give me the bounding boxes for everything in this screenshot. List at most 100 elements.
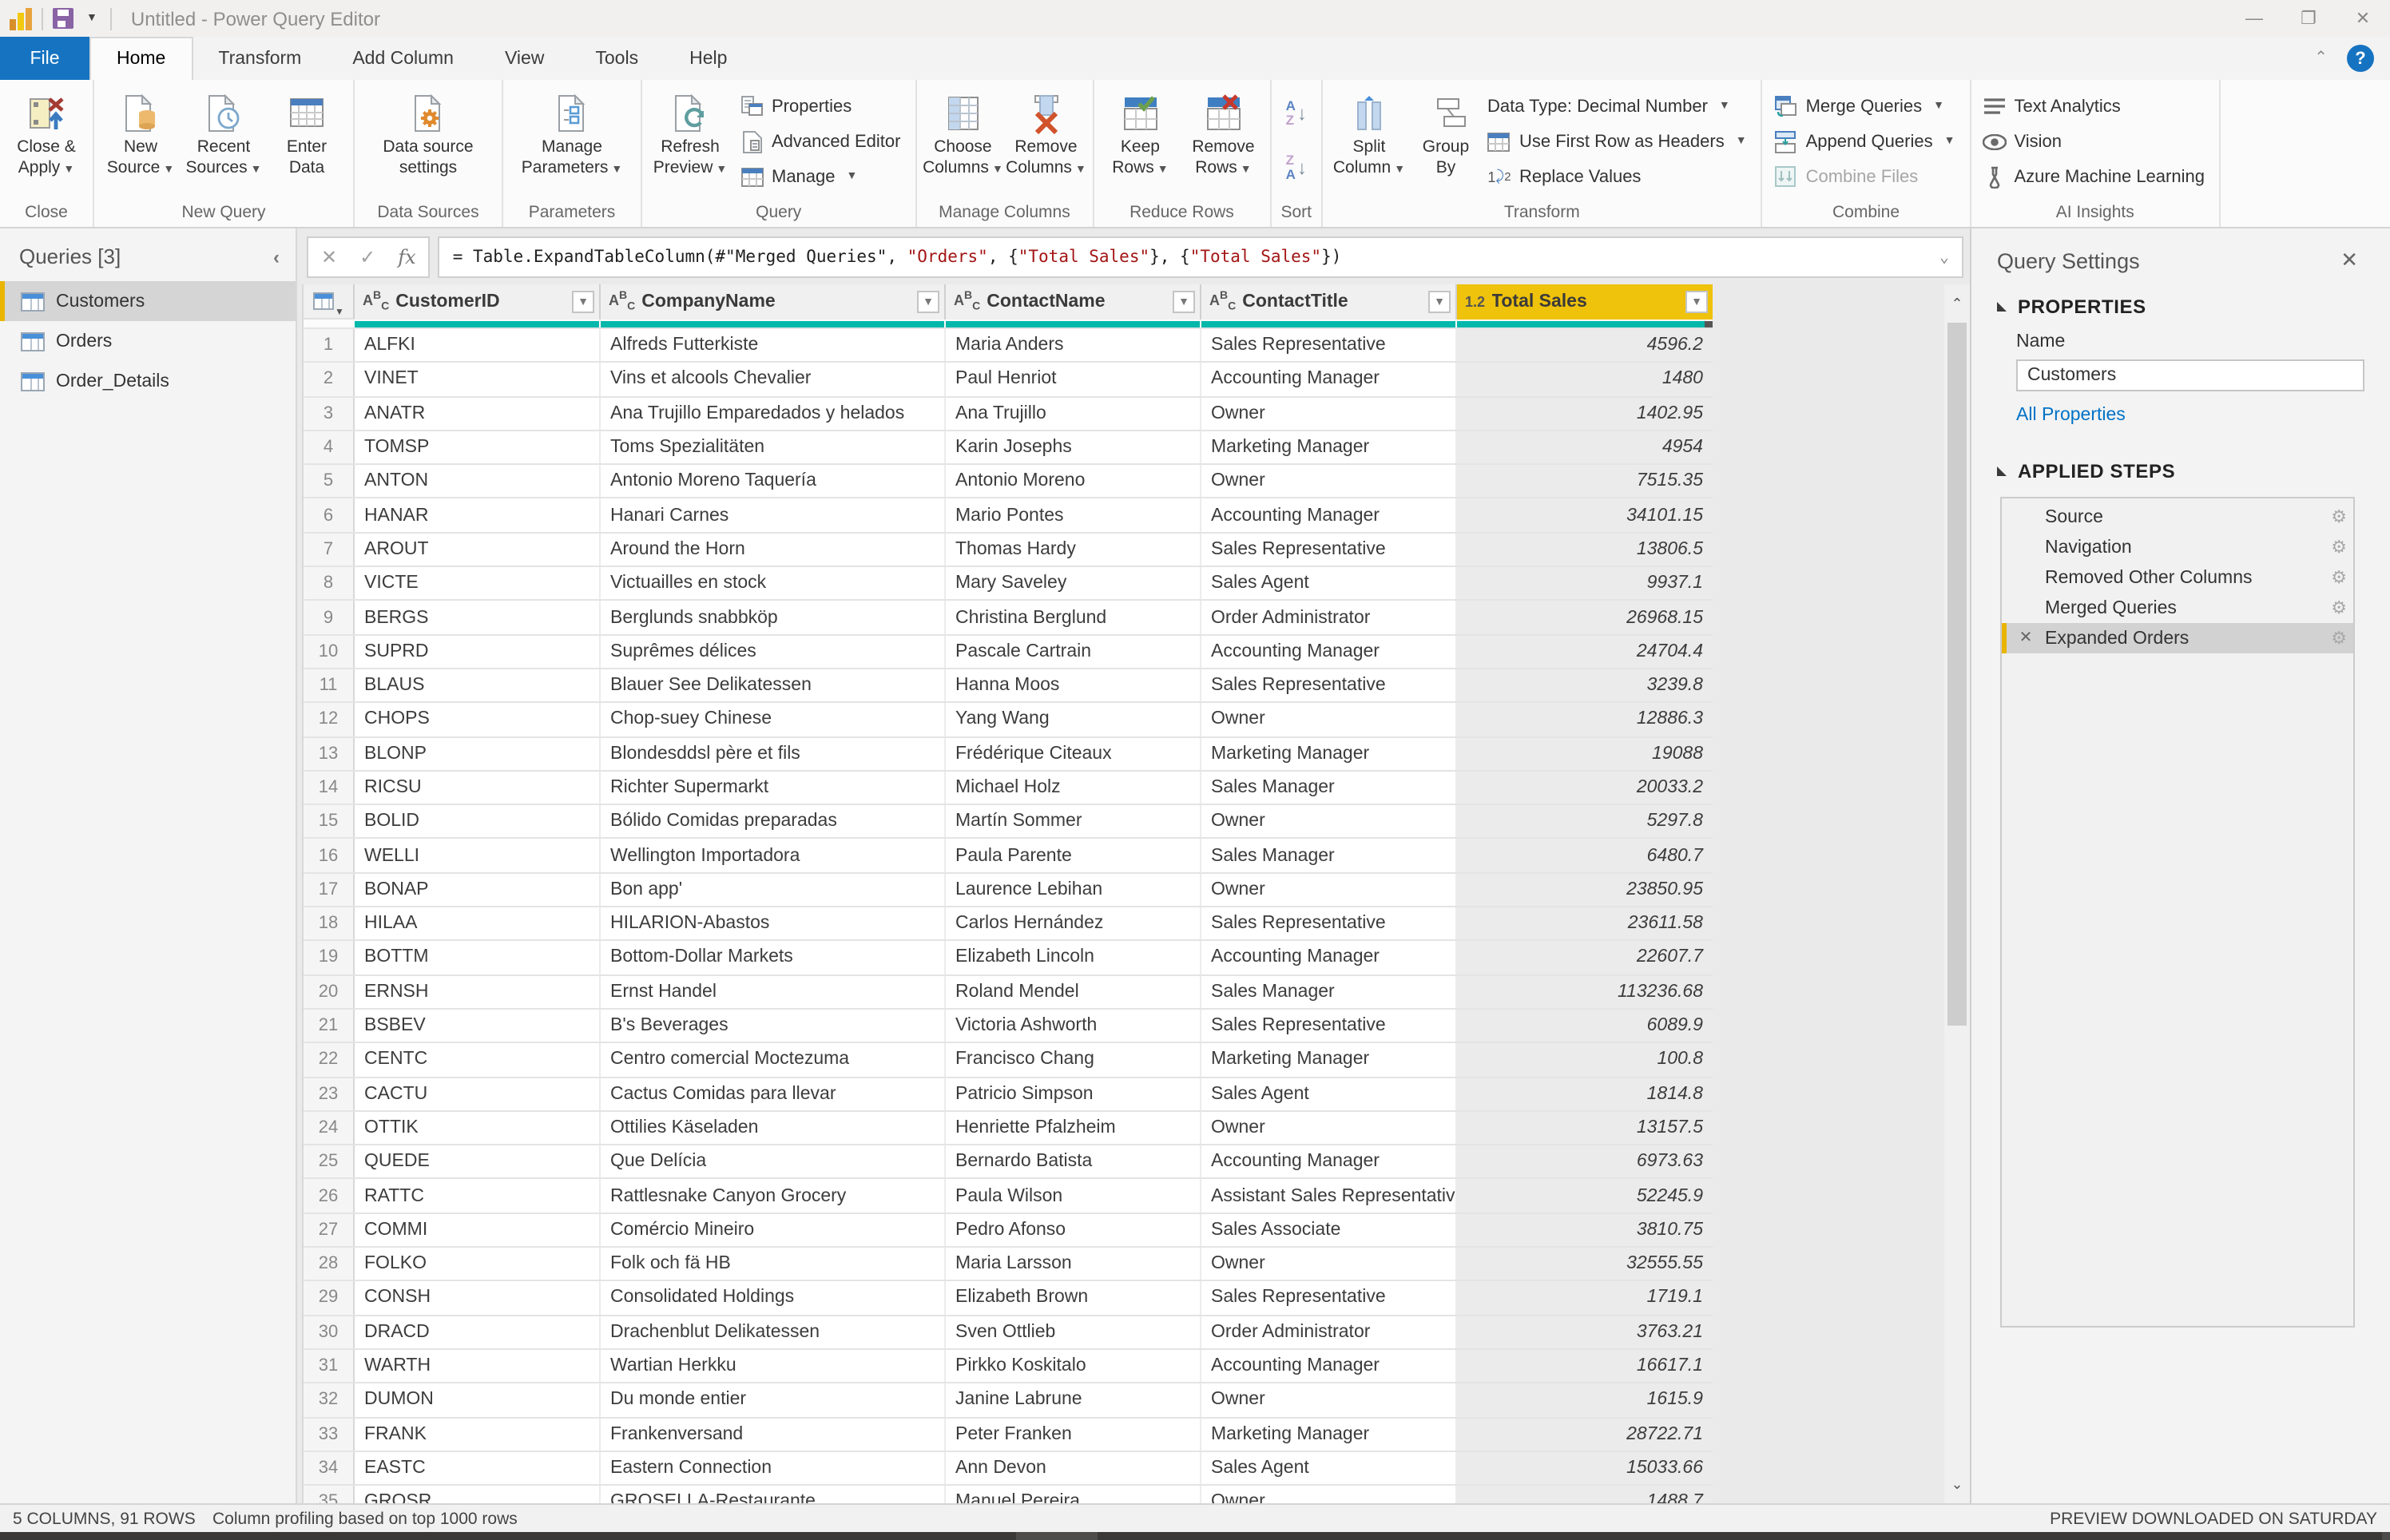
- table-cell[interactable]: Sales Representative: [1201, 1282, 1457, 1315]
- all-properties-link[interactable]: All Properties: [2016, 406, 2358, 425]
- table-cell[interactable]: Patricio Simpson: [946, 1078, 1201, 1110]
- save-icon[interactable]: [53, 8, 73, 29]
- choose-columns-button[interactable]: Choose Columns▼: [921, 85, 1004, 201]
- close-button[interactable]: ✕: [2336, 0, 2390, 37]
- table-cell[interactable]: Order Administrator: [1201, 1316, 1457, 1348]
- collapse-ribbon-icon[interactable]: ⌃: [2314, 50, 2328, 67]
- table-cell[interactable]: Blauer See Delikatessen: [601, 669, 946, 702]
- table-cell[interactable]: VICTE: [355, 567, 601, 600]
- table-cell[interactable]: Ann Devon: [946, 1452, 1201, 1485]
- sort-ascending-button[interactable]: AZ↓: [1286, 96, 1307, 131]
- gear-icon[interactable]: ⚙: [2331, 506, 2347, 527]
- delete-step-icon[interactable]: ✕: [2007, 629, 2045, 647]
- table-cell[interactable]: Janine Labrune: [946, 1383, 1201, 1416]
- table-cell[interactable]: Pascale Cartrain: [946, 635, 1201, 668]
- close-settings-icon[interactable]: ✕: [2340, 248, 2358, 273]
- table-cell[interactable]: 34101.15: [1457, 499, 1713, 532]
- table-cell[interactable]: Frankenversand: [601, 1418, 946, 1451]
- table-cell[interactable]: Hanna Moos: [946, 669, 1201, 702]
- table-cell[interactable]: Folk och fä HB: [601, 1248, 946, 1280]
- table-cell[interactable]: 13806.5: [1457, 534, 1713, 566]
- table-cell[interactable]: OTTIK: [355, 1112, 601, 1145]
- table-cell[interactable]: Around the Horn: [601, 534, 946, 566]
- table-cell[interactable]: 6973.63: [1457, 1145, 1713, 1178]
- table-cell[interactable]: Sales Representative: [1201, 907, 1457, 940]
- text-analytics-button[interactable]: Text Analytics: [1982, 91, 2205, 121]
- azure-machine-learning-button[interactable]: Azure Machine Learning: [1982, 161, 2205, 192]
- table-cell[interactable]: Cactus Comidas para llevar: [601, 1078, 946, 1110]
- replace-values-button[interactable]: 1⤸2 Replace Values: [1487, 161, 1747, 192]
- table-cell[interactable]: 3239.8: [1457, 669, 1713, 702]
- advanced-editor-button[interactable]: Advanced Editor: [740, 126, 900, 157]
- table-cell[interactable]: Sales Representative: [1201, 1010, 1457, 1042]
- table-cell[interactable]: 52245.9: [1457, 1180, 1713, 1213]
- applied-step-removed-other-columns[interactable]: ✕Removed Other Columns⚙: [2002, 562, 2353, 593]
- table-cell[interactable]: TOMSP: [355, 431, 601, 464]
- table-cell[interactable]: 1814.8: [1457, 1078, 1713, 1110]
- table-cell[interactable]: Blondesddsl père et fils: [601, 737, 946, 770]
- table-cell[interactable]: Assistant Sales Representative: [1201, 1180, 1457, 1213]
- formula-input[interactable]: = Table.ExpandTableColumn(#"Merged Queri…: [439, 236, 1963, 278]
- table-cell[interactable]: 28722.71: [1457, 1418, 1713, 1451]
- tab-file[interactable]: File: [0, 37, 89, 80]
- scrollbar-thumb[interactable]: [1947, 323, 1967, 1026]
- refresh-preview-button[interactable]: Refresh Preview▼: [647, 85, 733, 201]
- remove-rows-button[interactable]: Remove Rows▼: [1181, 85, 1264, 201]
- table-cell[interactable]: Owner: [1201, 704, 1457, 736]
- applied-step-navigation[interactable]: ✕Navigation⚙: [2002, 532, 2353, 562]
- table-cell[interactable]: 22607.7: [1457, 942, 1713, 974]
- table-cell[interactable]: 16617.1: [1457, 1350, 1713, 1383]
- filter-dropdown-icon[interactable]: ▼: [1428, 291, 1451, 313]
- table-cell[interactable]: 1615.9: [1457, 1383, 1713, 1416]
- collapse-queries-pane-icon[interactable]: ‹: [273, 245, 280, 268]
- table-cell[interactable]: Ana Trujillo Emparedados y helados: [601, 397, 946, 430]
- filter-dropdown-icon[interactable]: ▼: [1685, 291, 1708, 313]
- table-cell[interactable]: DUMON: [355, 1383, 601, 1416]
- table-cell[interactable]: Frédérique Citeaux: [946, 737, 1201, 770]
- filter-dropdown-icon[interactable]: ▼: [917, 291, 939, 313]
- table-cell[interactable]: HILAA: [355, 907, 601, 940]
- table-cell[interactable]: Yang Wang: [946, 704, 1201, 736]
- table-cell[interactable]: COMMI: [355, 1213, 601, 1246]
- table-cell[interactable]: 13157.5: [1457, 1112, 1713, 1145]
- table-cell[interactable]: Carlos Hernández: [946, 907, 1201, 940]
- table-cell[interactable]: Sales Agent: [1201, 567, 1457, 600]
- table-cell[interactable]: Owner: [1201, 805, 1457, 838]
- table-cell[interactable]: GROSR: [355, 1486, 601, 1503]
- table-cell[interactable]: Paula Wilson: [946, 1180, 1201, 1213]
- table-cell[interactable]: 100.8: [1457, 1043, 1713, 1076]
- table-cell[interactable]: B's Beverages: [601, 1010, 946, 1042]
- table-cell[interactable]: Paul Henriot: [946, 363, 1201, 396]
- table-cell[interactable]: RICSU: [355, 772, 601, 804]
- table-cell[interactable]: Owner: [1201, 397, 1457, 430]
- table-cell[interactable]: GROSELLA-Restaurante: [601, 1486, 946, 1503]
- scroll-up-icon[interactable]: ⌃: [1944, 291, 1970, 316]
- table-cell[interactable]: Bottom-Dollar Markets: [601, 942, 946, 974]
- table-cell[interactable]: DRACD: [355, 1316, 601, 1348]
- table-cell[interactable]: Thomas Hardy: [946, 534, 1201, 566]
- table-cell[interactable]: 113236.68: [1457, 975, 1713, 1008]
- properties-section-header[interactable]: PROPERTIES: [1997, 296, 2358, 318]
- table-cell[interactable]: Comércio Mineiro: [601, 1213, 946, 1246]
- scroll-down-icon[interactable]: ⌄: [1944, 1471, 1970, 1497]
- table-cell[interactable]: Du monde entier: [601, 1383, 946, 1416]
- gear-icon[interactable]: ⚙: [2331, 567, 2347, 588]
- tab-help[interactable]: Help: [664, 37, 752, 80]
- table-cell[interactable]: Ottilies Käseladen: [601, 1112, 946, 1145]
- applied-step-expanded-orders[interactable]: ✕Expanded Orders⚙: [2002, 623, 2353, 653]
- table-cell[interactable]: Chop-suey Chinese: [601, 704, 946, 736]
- manage-button[interactable]: Manage▼: [740, 161, 900, 192]
- table-cell[interactable]: Elizabeth Brown: [946, 1282, 1201, 1315]
- table-cell[interactable]: 24704.4: [1457, 635, 1713, 668]
- formula-cancel-icon[interactable]: ✕: [321, 246, 337, 268]
- query-name-input[interactable]: Customers: [2016, 359, 2364, 391]
- table-cell[interactable]: Accounting Manager: [1201, 363, 1457, 396]
- table-cell[interactable]: BOLID: [355, 805, 601, 838]
- data-source-settings-button[interactable]: Data source settings: [359, 85, 497, 201]
- text-type-icon[interactable]: ABC: [609, 291, 635, 313]
- filter-dropdown-icon[interactable]: ▼: [1173, 291, 1195, 313]
- table-cell[interactable]: Peter Franken: [946, 1418, 1201, 1451]
- table-cell[interactable]: Owner: [1201, 1486, 1457, 1503]
- table-cell[interactable]: Wartian Herkku: [601, 1350, 946, 1383]
- table-cell[interactable]: Marketing Manager: [1201, 431, 1457, 464]
